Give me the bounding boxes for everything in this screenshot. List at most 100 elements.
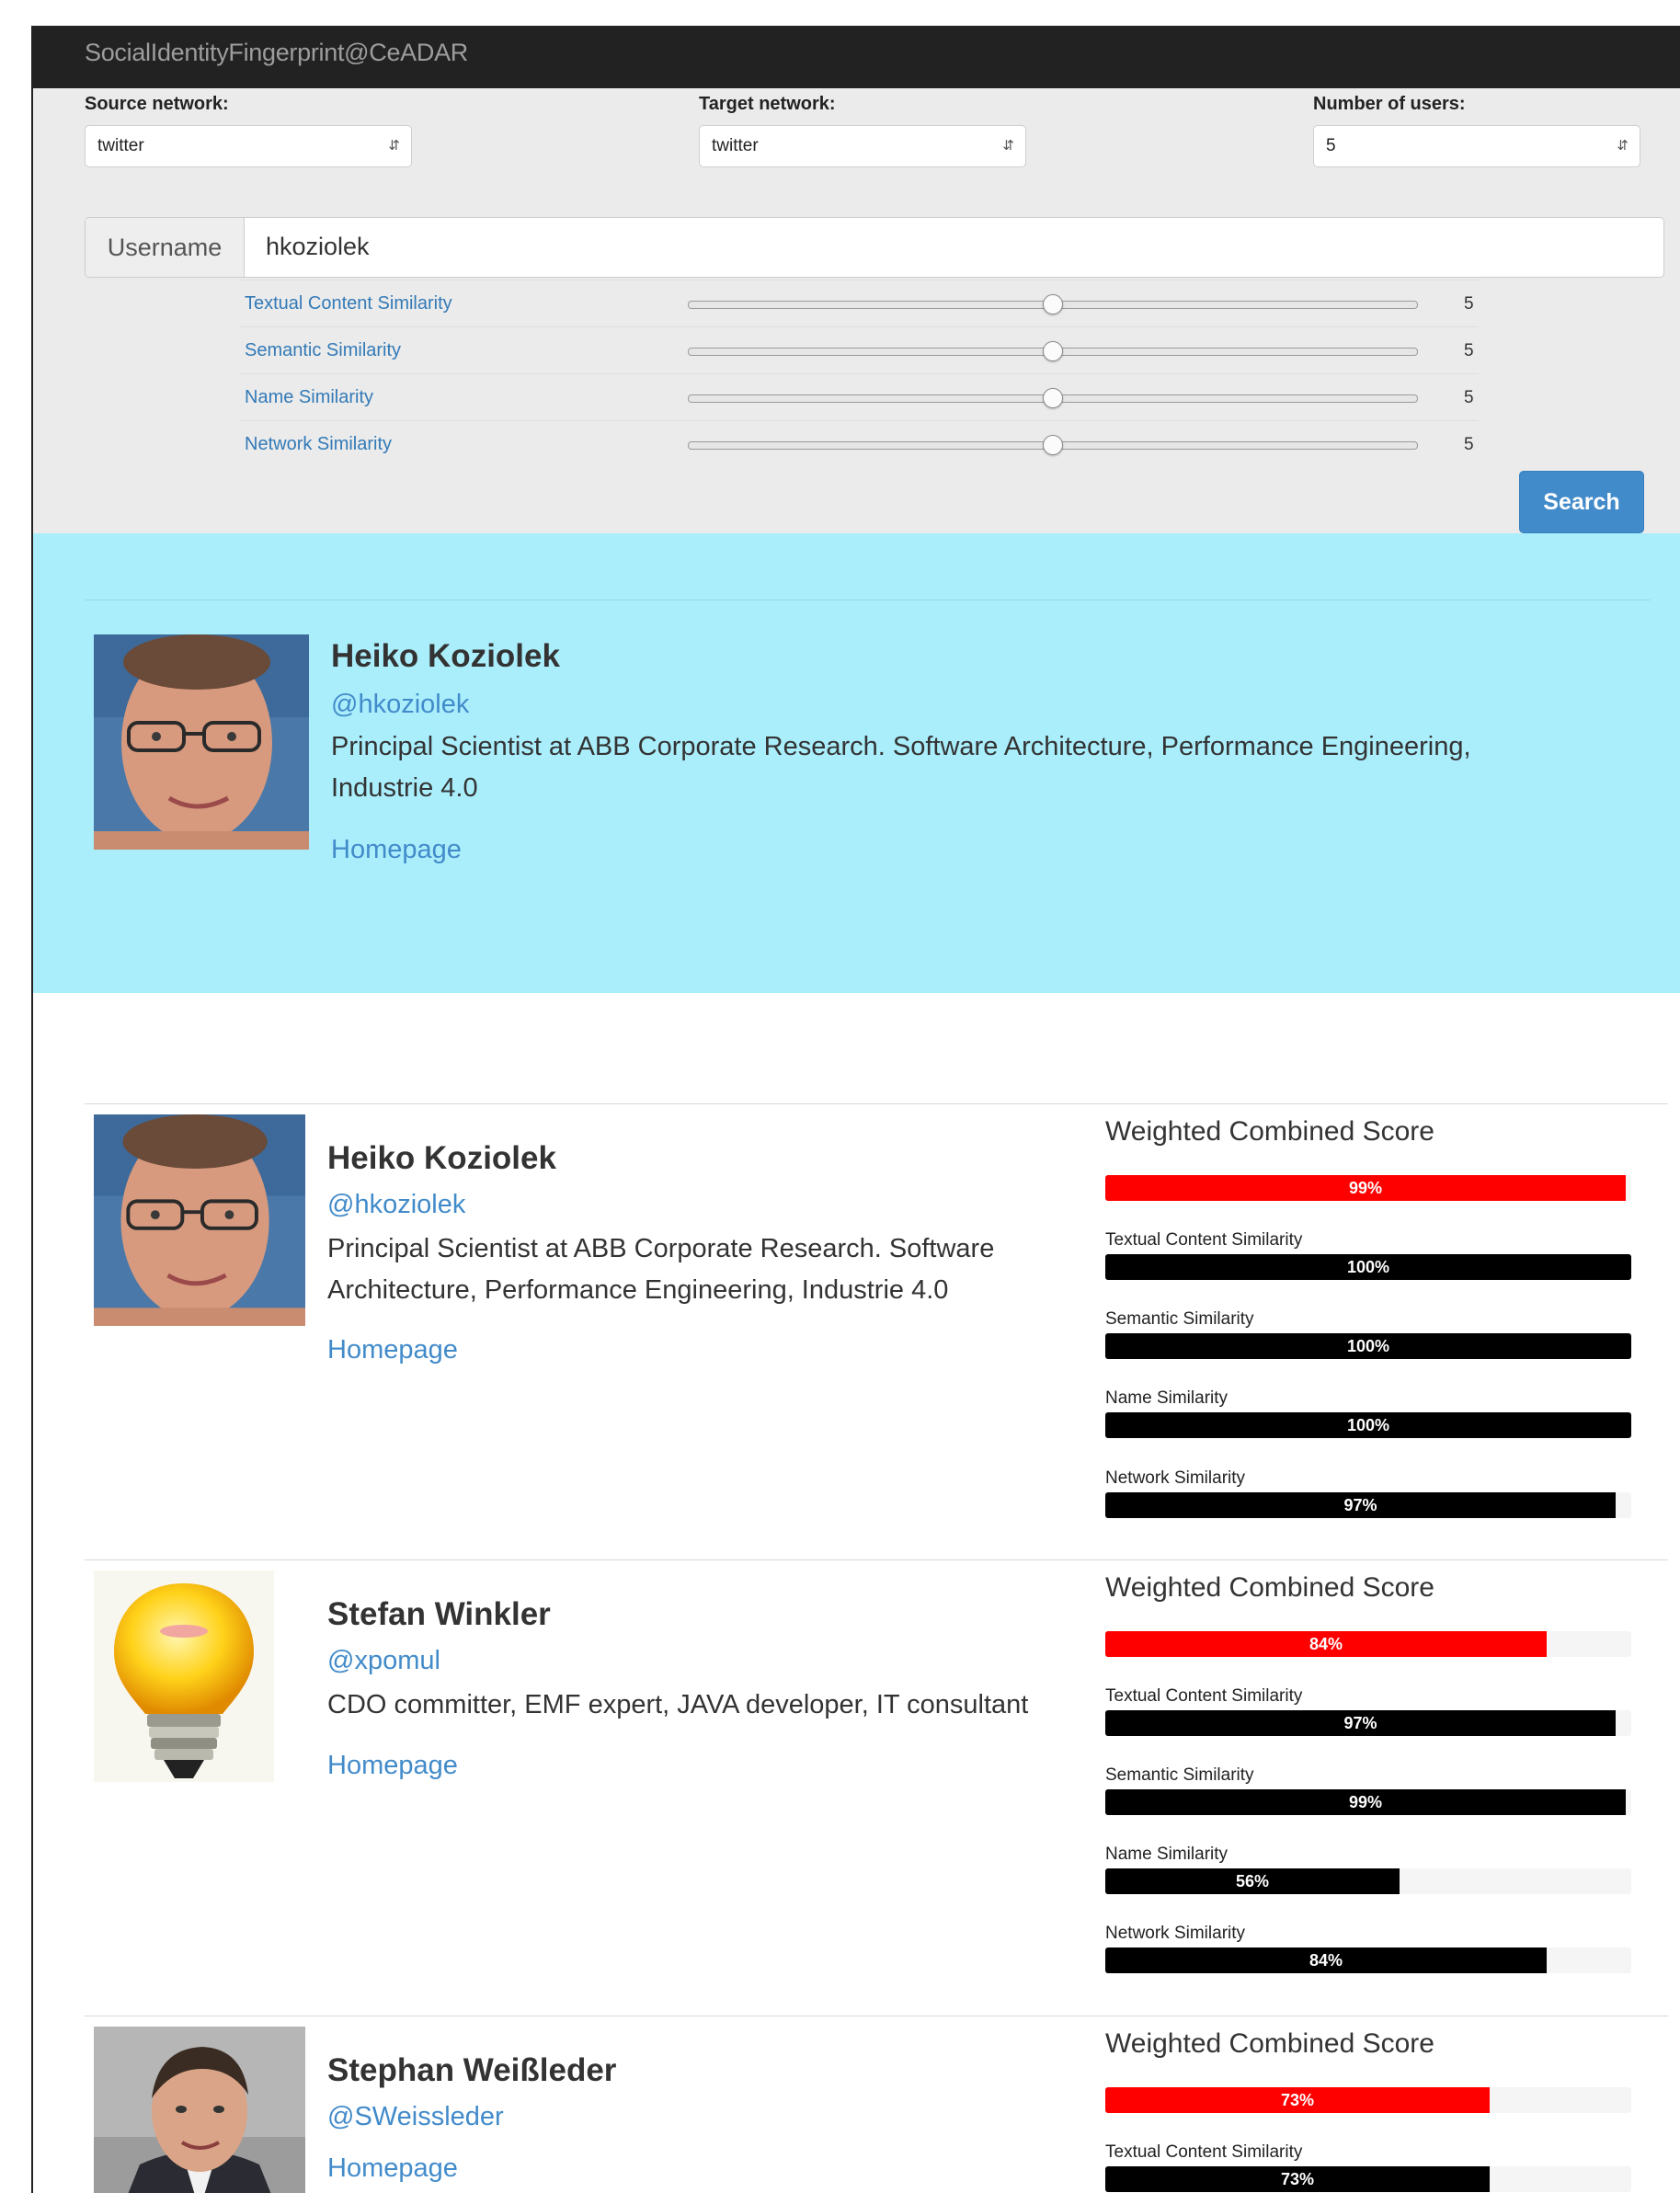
divider (85, 1103, 1668, 1104)
search-button[interactable]: Search (1519, 471, 1644, 533)
slider-label[interactable]: Textual Content Similarity (245, 280, 452, 327)
metric-label: Network Similarity (1105, 1468, 1246, 1488)
slider-value: 5 (1464, 341, 1474, 360)
number-of-users-value: 5 (1326, 136, 1336, 155)
combined-score-bar: 84% (1105, 1631, 1631, 1657)
metric-fill: 73% (1105, 2166, 1490, 2192)
combined-score-value: 73% (1280, 2091, 1315, 2109)
divider (85, 1559, 1668, 1560)
score-title: Weighted Combined Score (1105, 1572, 1434, 1603)
slider-label[interactable]: Semantic Similarity (245, 327, 401, 374)
combined-score-fill: 73% (1105, 2087, 1490, 2113)
profile-handle[interactable]: @hkoziolek (331, 690, 469, 720)
metric-label: Textual Content Similarity (1105, 1686, 1303, 1706)
brand-title[interactable]: SocialIdentityFingerprint@CeADAR (85, 26, 468, 79)
slider-handle[interactable] (1043, 435, 1063, 455)
result-name: Stephan Weißleder (327, 2052, 617, 2088)
target-network-value: twitter (712, 136, 759, 155)
select-caret-icon: ⇵ (1617, 138, 1629, 154)
combined-score-bar: 99% (1105, 1175, 1631, 1201)
lightbulb-icon (94, 1571, 274, 1782)
metric-label: Textual Content Similarity (1105, 1230, 1303, 1250)
metric-fill: 97% (1105, 1492, 1616, 1518)
profile-banner: Heiko Koziolek @hkoziolek Principal Scie… (33, 533, 1680, 993)
slider-handle[interactable] (1043, 388, 1063, 408)
slider-label[interactable]: Name Similarity (245, 374, 373, 421)
username-input[interactable]: hkoziolek (266, 218, 370, 275)
slider-row-semantic: Semantic Similarity 5 (239, 326, 1479, 374)
metric-bar: 97% (1105, 1492, 1631, 1518)
combined-score-value: 84% (1309, 1635, 1343, 1653)
number-of-users-select[interactable]: 5 ⇵ (1313, 125, 1640, 167)
metric-value: 56% (1235, 1872, 1270, 1890)
avatar (94, 1114, 305, 1326)
weight-slider[interactable] (688, 341, 1418, 361)
result-bio: CDO committer, EMF expert, JAVA develope… (327, 1690, 1029, 1719)
homepage-link[interactable]: Homepage (327, 2153, 458, 2184)
slider-value: 5 (1464, 388, 1474, 407)
person-portrait-icon (94, 2027, 305, 2193)
homepage-link[interactable]: Homepage (331, 835, 462, 865)
slider-handle[interactable] (1043, 294, 1063, 314)
metric-bar: 97% (1105, 1710, 1631, 1736)
weight-slider[interactable] (688, 435, 1418, 455)
avatar (94, 634, 309, 850)
profile-bio: Principal Scientist at ABB Corporate Res… (331, 732, 1471, 803)
metric-label: Network Similarity (1105, 1924, 1246, 1943)
metric-bar: 99% (1105, 1789, 1631, 1815)
metric-label: Semantic Similarity (1105, 1765, 1254, 1785)
metric-fill: 56% (1105, 1868, 1400, 1894)
homepage-link[interactable]: Homepage (327, 1751, 458, 1781)
username-label: Username (86, 218, 245, 277)
slider-row-textual: Textual Content Similarity 5 (239, 280, 1479, 327)
target-network-label: Target network: (699, 94, 836, 114)
app-window: SocialIdentityFingerprint@CeADAR Source … (31, 26, 1680, 2193)
metric-label: Textual Content Similarity (1105, 2142, 1303, 2162)
profile-name: Heiko Koziolek (331, 638, 560, 674)
metric-bar: 56% (1105, 1868, 1631, 1894)
slider-value: 5 (1464, 294, 1474, 314)
result-handle[interactable]: @SWeissleder (327, 2102, 504, 2132)
source-network-select[interactable]: twitter ⇵ (85, 125, 412, 167)
username-input-group: Username hkoziolek (85, 217, 1664, 278)
number-of-users-label: Number of users: (1313, 94, 1466, 114)
metric-value: 97% (1343, 1496, 1377, 1514)
metric-fill: 97% (1105, 1710, 1616, 1736)
avatar (94, 1571, 274, 1782)
metric-value: 100% (1346, 1337, 1390, 1355)
result-name: Stefan Winkler (327, 1596, 551, 1632)
metric-value: 84% (1309, 1951, 1343, 1970)
slider-handle[interactable] (1043, 341, 1063, 361)
result-name: Heiko Koziolek (327, 1140, 556, 1176)
result-handle[interactable]: @xpomul (327, 1646, 440, 1676)
source-network-label: Source network: (85, 94, 229, 114)
weight-slider[interactable] (688, 294, 1418, 314)
metric-label: Semantic Similarity (1105, 1309, 1254, 1329)
metric-fill: 100% (1105, 1333, 1631, 1359)
metric-fill: 100% (1105, 1412, 1631, 1438)
combined-score-value: 99% (1348, 1179, 1383, 1197)
metric-value: 100% (1346, 1416, 1390, 1434)
result-bio: Principal Scientist at ABB Corporate Res… (327, 1234, 995, 1305)
source-network-value: twitter (97, 136, 144, 155)
weight-slider[interactable] (688, 388, 1418, 408)
metric-bar: 73% (1105, 2166, 1631, 2192)
face-portrait-icon (94, 1114, 305, 1326)
metric-value: 99% (1348, 1793, 1383, 1811)
metric-fill: 100% (1105, 1254, 1631, 1280)
select-caret-icon: ⇵ (1002, 138, 1014, 154)
target-network-select[interactable]: twitter ⇵ (699, 125, 1026, 167)
metric-value: 100% (1346, 1258, 1390, 1276)
metric-fill: 84% (1105, 1947, 1547, 1973)
combined-score-bar: 73% (1105, 2087, 1631, 2113)
metric-bar: 84% (1105, 1947, 1631, 1973)
avatar (94, 2027, 305, 2193)
slider-label[interactable]: Network Similarity (245, 421, 392, 468)
metric-bar: 100% (1105, 1412, 1631, 1438)
search-controls: Source network: twitter ⇵ Target network… (33, 88, 1680, 559)
metric-bar: 100% (1105, 1333, 1631, 1359)
slider-row-network: Network Similarity 5 (239, 420, 1479, 468)
result-handle[interactable]: @hkoziolek (327, 1190, 465, 1220)
homepage-link[interactable]: Homepage (327, 1335, 458, 1365)
metric-fill: 99% (1105, 1789, 1626, 1815)
